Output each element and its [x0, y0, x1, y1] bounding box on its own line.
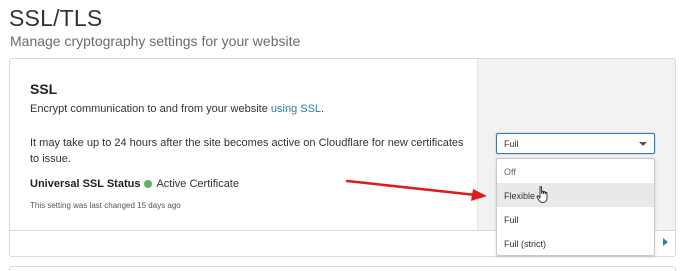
- option-full-strict[interactable]: Full (strict): [497, 231, 654, 255]
- option-full[interactable]: Full: [497, 207, 654, 231]
- option-off[interactable]: Off: [497, 159, 654, 183]
- ssl-mode-selected-value: Full: [504, 139, 519, 149]
- ssl-card-heading: SSL: [30, 81, 58, 97]
- status-value: Active Certificate: [156, 178, 239, 190]
- certificate-note: It may take up to 24 hours after the sit…: [30, 137, 464, 165]
- description-text: Encrypt communication to and from your w…: [30, 103, 271, 115]
- chevron-down-icon[interactable]: [639, 142, 647, 146]
- ssl-card-description: Encrypt communication to and from your w…: [30, 103, 324, 115]
- hand-pointer-icon: [536, 186, 548, 203]
- ssl-mode-select[interactable]: Full: [496, 133, 655, 154]
- green-dot-icon: [144, 180, 153, 188]
- ssl-card-content: SSL Encrypt communication to and from yo…: [10, 59, 477, 230]
- page-subtitle: Manage cryptography settings for your we…: [10, 33, 301, 49]
- last-changed-text: This setting was last changed 15 days ag…: [30, 201, 181, 210]
- using-ssl-link[interactable]: using SSL: [271, 103, 321, 115]
- ssl-mode-dropdown: Off Flexible Full Full (strict): [496, 158, 655, 256]
- status-label: Universal SSL Status: [30, 178, 141, 190]
- description-period: .: [321, 103, 325, 115]
- chevron-right-icon[interactable]: [663, 238, 668, 246]
- universal-ssl-status: Universal SSL Status Active Certificate: [30, 178, 239, 190]
- page-title: SSL/TLS: [9, 5, 103, 31]
- next-card-edge: [9, 266, 676, 271]
- option-flexible[interactable]: Flexible: [497, 183, 654, 207]
